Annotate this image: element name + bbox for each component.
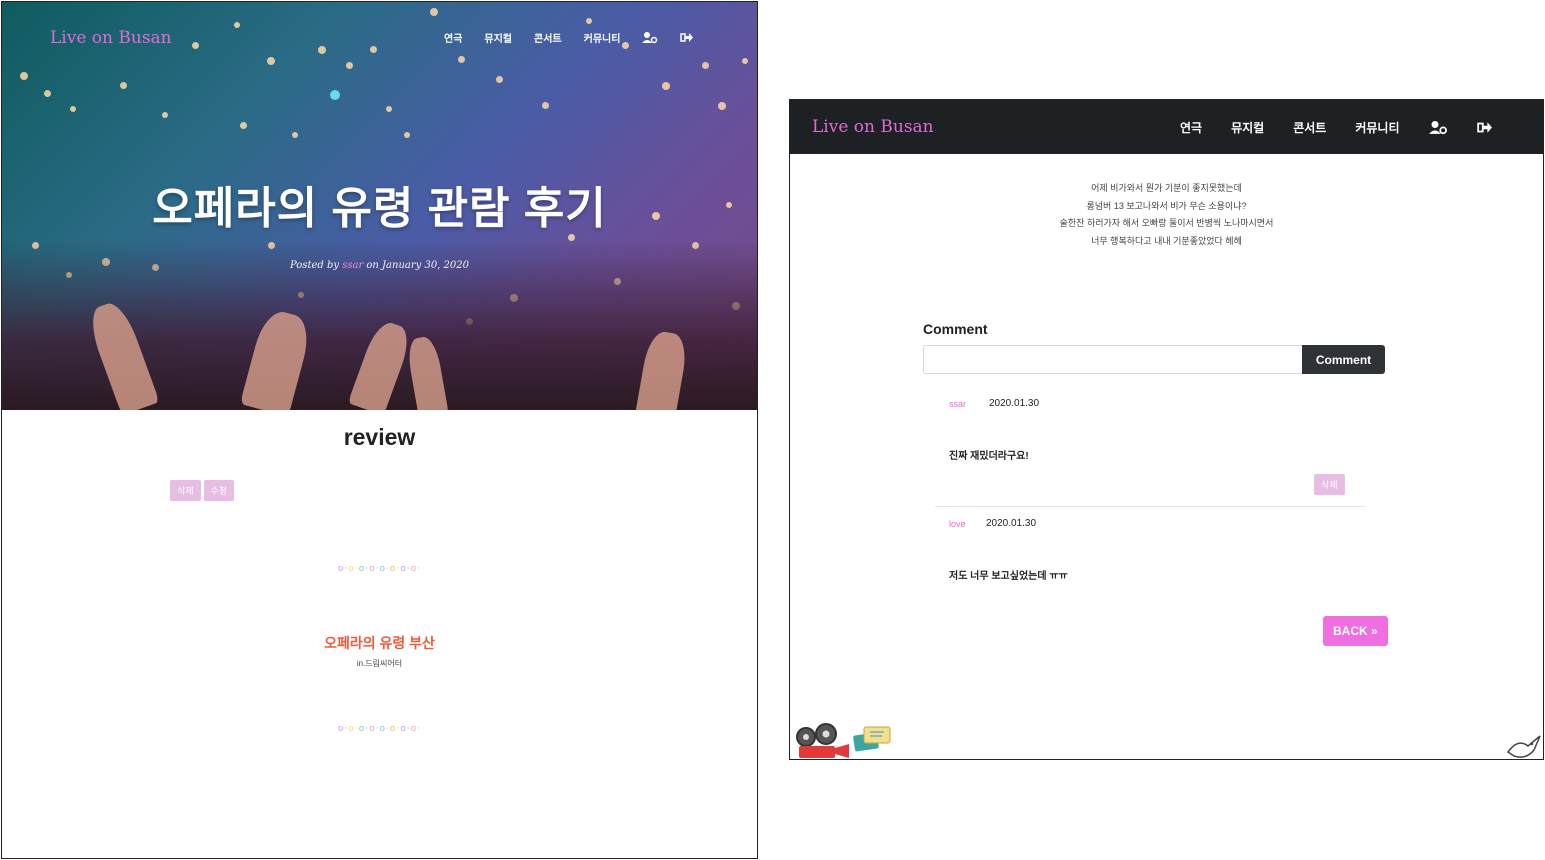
comment-date: 2020.01.30 <box>989 398 1040 409</box>
bird-icon <box>1506 732 1542 759</box>
hero-nav: 연극 뮤지컬 콘서트 커뮤니티 <box>444 30 694 45</box>
comment-author[interactable]: love <box>949 519 966 529</box>
decorative-dots-top: o·o·o·o·o·o·o·o· <box>338 564 421 574</box>
user-cog-icon[interactable] <box>1428 120 1448 135</box>
content-venue: in.드림씨어터 <box>356 659 403 668</box>
comment-text: 저도 너무 보고싶었는데 ㅠㅠ <box>949 571 1068 582</box>
content-heading: 오페라의 유령 부산 <box>324 635 435 651</box>
comment-submit-button[interactable]: Comment <box>1302 345 1385 374</box>
post-meta-prefix: Posted by <box>289 260 343 271</box>
nav-item-community[interactable]: 커뮤니티 <box>584 30 621 45</box>
post-meta-date: on January 30, 2020 <box>363 260 470 271</box>
sign-out-icon[interactable] <box>1476 121 1492 134</box>
post-author-link[interactable]: ssar <box>342 260 363 271</box>
review-heading: review <box>343 424 416 450</box>
delete-post-button[interactable]: 삭제 <box>170 480 201 501</box>
comment-item: ssar 2020.01.30 진짜 재밌더라구요! 삭제 <box>935 398 1365 507</box>
comment-date: 2020.01.30 <box>986 518 1037 529</box>
nav-item-play[interactable]: 연극 <box>1180 119 1202 136</box>
edit-post-button[interactable]: 수정 <box>203 480 235 501</box>
hero-title: 오페라의 유령 관람 후기 <box>152 184 607 233</box>
nav-item-concert[interactable]: 콘서트 <box>534 30 562 45</box>
projector-icon <box>793 722 851 759</box>
nav-item-community[interactable]: 커뮤니티 <box>1355 119 1399 136</box>
delete-comment-button[interactable]: 삭제 <box>1314 474 1345 495</box>
comment-input[interactable] <box>923 345 1303 374</box>
post-body-line: 너무 행복하다고 내내 기분좋았었다 헤헤 <box>1091 235 1242 246</box>
main-nav: 연극 뮤지컬 콘서트 커뮤니티 <box>1180 119 1492 136</box>
comment-item: love 2020.01.30 저도 너무 보고싶었는데 ㅠㅠ <box>935 518 1365 589</box>
comment-author[interactable]: ssar <box>949 399 966 409</box>
post-body-line: 술한잔 하러가자 해서 오빠랑 둘이서 반병씩 노나마시면서 <box>1059 218 1274 228</box>
post-page-panel: Live on Busan 연극 뮤지컬 콘서트 커뮤니티 오페라의 유령 관람… <box>1 1 758 859</box>
post-meta: Posted by ssar on January 30, 2020 <box>2 260 757 271</box>
comment-text: 진짜 재밌더라구요! <box>949 451 1029 462</box>
post-body: 어제 비가와서 뭔가 기분이 좋지못했는데 롱넘버 13 보고나와서 비가 무슨… <box>790 180 1543 250</box>
user-cog-icon[interactable] <box>642 31 658 44</box>
post-body-line: 롱넘버 13 보고나와서 비가 무슨 소용이냐? <box>1086 200 1247 211</box>
nav-item-play[interactable]: 연극 <box>444 30 462 45</box>
nav-item-musical[interactable]: 뮤지컬 <box>1231 119 1264 136</box>
nav-item-musical[interactable]: 뮤지컬 <box>484 30 512 45</box>
decorative-dots-bottom: o·o·o·o·o·o·o·o· <box>338 724 421 734</box>
back-button[interactable]: BACK » <box>1323 616 1388 646</box>
tickets-icon <box>852 724 892 759</box>
comment-label: Comment <box>923 321 988 337</box>
hero-banner: Live on Busan 연극 뮤지컬 콘서트 커뮤니티 오페라의 유령 관람… <box>2 2 757 410</box>
top-navbar: Live on Busan 연극 뮤지컬 콘서트 커뮤니티 <box>790 100 1543 154</box>
sign-out-icon[interactable] <box>680 32 694 43</box>
nav-item-concert[interactable]: 콘서트 <box>1293 119 1326 136</box>
brand-logo[interactable]: Live on Busan <box>812 117 934 137</box>
post-actions: 삭제 수정 <box>170 480 235 501</box>
brand-logo[interactable]: Live on Busan <box>50 28 172 48</box>
comments-page-panel: Live on Busan 연극 뮤지컬 콘서트 커뮤니티 어제 비가와서 뭔가… <box>789 99 1544 760</box>
post-body-line: 어제 비가와서 뭔가 기분이 좋지못했는데 <box>1091 183 1242 193</box>
